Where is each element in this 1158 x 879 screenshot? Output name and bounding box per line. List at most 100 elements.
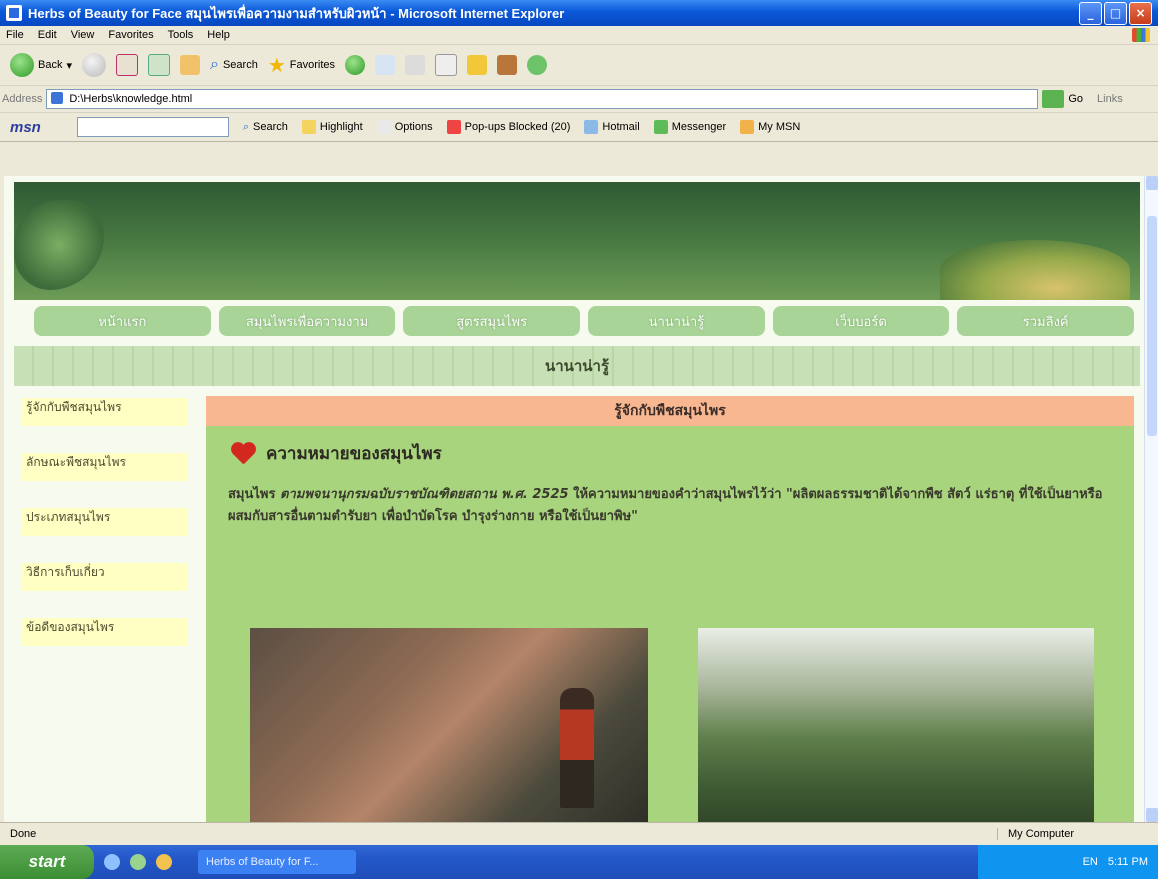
print-icon [405, 55, 426, 75]
messenger-icon [527, 55, 548, 75]
quicklaunch-icon[interactable] [156, 854, 172, 870]
heading-row: ความหมายของสมุนไพร [232, 440, 442, 467]
page-viewport: หน้าแรก สมุนไพรเพื่อความงาม สูตรสมุนไพร … [4, 176, 1144, 822]
ie-quicklaunch-icon[interactable] [104, 854, 120, 870]
title-bar: Herbs of Beauty for Face สมุนไพรเพื่อควา… [0, 0, 1158, 26]
home-icon [180, 55, 200, 75]
menu-favorites[interactable]: Favorites [108, 29, 153, 41]
history-button[interactable] [345, 55, 366, 75]
sidebar: รู้จักกับพืชสมุนไพร ลักษณะพืชสมุนไพร ประ… [22, 398, 187, 673]
sidebar-item-herb-types[interactable]: ประเภทสมุนไพร [22, 508, 187, 536]
header-banner [14, 182, 1140, 300]
taskbar-window-item[interactable]: Herbs of Beauty for F... [198, 850, 356, 874]
reference-text: ตามพจนานุกรมฉบับราชบัณฑิตยสถาน พ.ศ. 2525 [280, 487, 569, 502]
address-input[interactable]: D:\Herbs\knowledge.html [46, 89, 1039, 109]
scroll-thumb[interactable] [1147, 216, 1157, 436]
folder-icon [467, 55, 488, 75]
stop-icon [116, 54, 138, 76]
sidebar-item-herb-benefits[interactable]: ข้อดีของสมุนไพร [22, 618, 187, 646]
content-title: รู้จักกับพืชสมุนไพร [206, 396, 1134, 426]
clock: 5:11 PM [1107, 856, 1148, 868]
language-indicator[interactable]: EN [1083, 856, 1098, 868]
go-arrow-icon[interactable] [1042, 90, 1065, 108]
nav-beauty-herbs[interactable]: สมุนไพรเพื่อความงาม [218, 306, 396, 336]
status-text: Done [10, 828, 37, 840]
messenger-button[interactable] [527, 55, 548, 75]
section-title: นานาน่ารู้ [14, 346, 1140, 386]
back-arrow-icon [10, 53, 34, 77]
forward-button[interactable] [82, 53, 106, 77]
menu-tools[interactable]: Tools [168, 29, 194, 41]
sidebar-item-harvesting[interactable]: วิธีการเก็บเกี่ยว [22, 563, 187, 591]
window-title: Herbs of Beauty for Face สมุนไพรเพื่อควา… [28, 5, 565, 21]
messenger-icon [653, 120, 668, 134]
highlight-button[interactable]: Highlight [301, 120, 363, 134]
nav-links[interactable]: รวมลิงค์ [957, 306, 1135, 336]
msn-search-button[interactable]: ⌕ Search [243, 121, 288, 134]
scroll-up-icon[interactable] [1146, 176, 1158, 190]
options-icon [376, 120, 391, 134]
herb-garden-photo [698, 628, 1094, 822]
popups-blocked-button[interactable]: Pop-ups Blocked (20) [446, 120, 570, 134]
nav-webboard[interactable]: เว็บบอร์ด [772, 306, 950, 336]
menu-view[interactable]: View [71, 29, 95, 41]
start-button[interactable]: start [0, 845, 94, 879]
messenger-link[interactable]: Messenger [653, 120, 726, 134]
content-panel: รู้จักกับพืชสมุนไพร ความหมายของสมุนไพร ส… [206, 396, 1134, 822]
refresh-icon [148, 54, 170, 76]
nav-knowledge[interactable]: นานาน่ารู้ [588, 306, 765, 336]
print-button[interactable] [405, 55, 426, 75]
hotmail-button[interactable]: Hotmail [584, 120, 640, 134]
refresh-button[interactable] [148, 54, 170, 76]
my-msn-icon [740, 120, 755, 134]
search-icon: ⌕ [210, 56, 219, 73]
options-button[interactable]: Options [376, 120, 433, 134]
windows-logo-icon [1132, 28, 1150, 42]
edit-button[interactable] [435, 54, 458, 76]
search-button[interactable]: ⌕ Search [210, 56, 258, 74]
address-label: Address [2, 93, 43, 105]
nav-home[interactable]: หน้าแรก [34, 306, 211, 336]
close-button[interactable]: × [1129, 1, 1152, 25]
minimize-button[interactable]: _ [1079, 1, 1102, 25]
research-icon [497, 55, 518, 75]
article-paragraph: สมุนไพร ตามพจนานุกรมฉบับราชบัณฑิตยสถาน พ… [228, 487, 1103, 524]
favorites-button[interactable]: ★ Favorites [268, 53, 335, 78]
maximize-button[interactable]: □ [1104, 1, 1127, 25]
links-button[interactable]: Links [1097, 93, 1123, 105]
menu-help[interactable]: Help [207, 29, 230, 41]
home-button[interactable] [180, 55, 200, 75]
msn-logo[interactable]: msn [10, 119, 41, 136]
main-nav: หน้าแรก สมุนไพรเพื่อความงาม สูตรสมุนไพร … [34, 306, 1135, 336]
msn-toolbar: msn ⌕ Search Highlight Options Pop-ups Bl… [0, 113, 1158, 142]
back-dropdown-icon[interactable]: ▾ [66, 59, 72, 72]
star-icon: ★ [267, 54, 286, 77]
mail-icon [375, 55, 396, 75]
back-button[interactable]: Back ▾ [10, 53, 72, 77]
vertical-scrollbar[interactable] [1144, 176, 1158, 822]
scroll-down-icon[interactable] [1146, 808, 1158, 822]
folder-button[interactable] [467, 55, 488, 75]
hotmail-icon [584, 120, 599, 134]
address-bar: Address D:\Herbs\knowledge.html Go Links [0, 86, 1158, 113]
menu-edit[interactable]: Edit [38, 29, 57, 41]
security-zone: My Computer [997, 828, 1158, 840]
quicklaunch-icon[interactable] [130, 854, 146, 870]
menu-file[interactable]: File [6, 29, 24, 41]
blocked-icon [446, 120, 461, 134]
leaf-decoration [940, 240, 1130, 300]
menu-bar: File Edit View Favorites Tools Help [0, 26, 1158, 45]
search-icon: ⌕ [242, 120, 250, 133]
nav-herb-recipes[interactable]: สูตรสมุนไพร [403, 306, 581, 336]
mail-button[interactable] [375, 55, 396, 75]
my-msn-button[interactable]: My MSN [740, 120, 800, 134]
forward-arrow-icon [82, 53, 106, 77]
research-button[interactable] [497, 55, 518, 75]
msn-search-input[interactable] [76, 117, 229, 137]
highlight-icon [301, 120, 316, 134]
go-button[interactable]: Go [1068, 93, 1083, 105]
taskbar: start Herbs of Beauty for F... EN 5:11 P… [0, 845, 1158, 879]
stop-button[interactable] [116, 54, 138, 76]
sidebar-item-know-herbs[interactable]: รู้จักกับพืชสมุนไพร [22, 398, 187, 426]
sidebar-item-herb-characteristics[interactable]: ลักษณะพืชสมุนไพร [22, 453, 187, 481]
